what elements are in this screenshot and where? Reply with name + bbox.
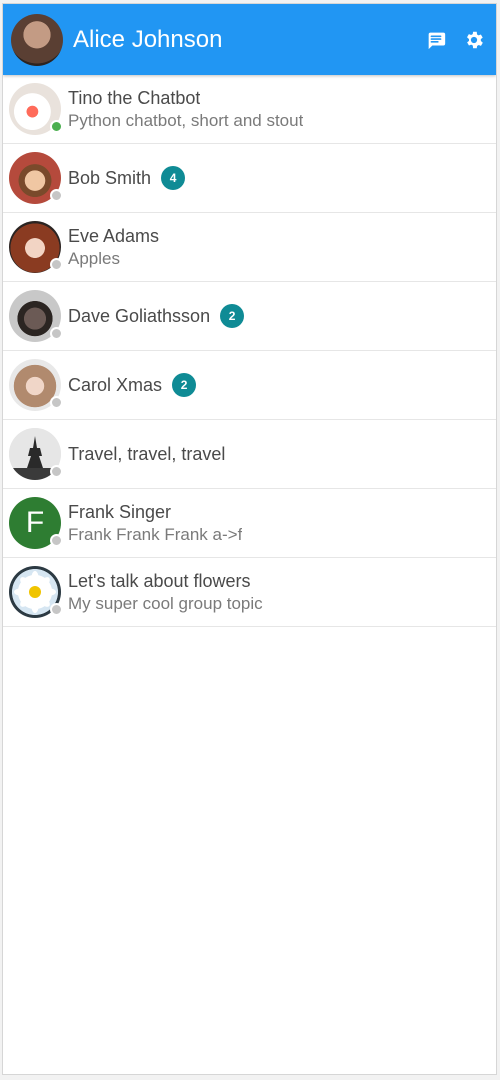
avatar <box>9 290 63 342</box>
unread-badge: 2 <box>172 373 197 397</box>
offline-indicator <box>50 396 63 409</box>
avatar <box>9 221 63 273</box>
contact-text: Frank Singer Frank Frank Frank a->f <box>68 501 242 545</box>
contact-text: Let's talk about flowers My super cool g… <box>68 570 263 614</box>
settings-button[interactable] <box>462 28 486 52</box>
contact-name-row: Carol Xmas 2 <box>68 373 197 397</box>
contact-text: Carol Xmas 2 <box>68 373 197 397</box>
avatar <box>9 152 63 204</box>
contact-comment: Python chatbot, short and stout <box>68 111 304 130</box>
contact-name: Travel, travel, travel <box>68 444 226 464</box>
contact-list: Tino the Chatbot Python chatbot, short a… <box>3 75 496 627</box>
contact-comment: Apples <box>68 249 120 268</box>
header-actions <box>424 28 486 52</box>
contact-name-row: Eve Adams <box>68 225 159 247</box>
contact-item-flowers[interactable]: Let's talk about flowers My super cool g… <box>3 558 496 627</box>
offline-indicator <box>50 465 63 478</box>
contact-item-eve[interactable]: Eve Adams Apples <box>3 213 496 282</box>
contact-item-dave[interactable]: Dave Goliathsson 2 <box>3 282 496 351</box>
avatar <box>9 359 63 411</box>
contact-comment: My super cool group topic <box>68 594 263 613</box>
contact-name: Tino the Chatbot <box>68 88 201 108</box>
contact-item-frank[interactable]: F Frank Singer Frank Frank Frank a->f <box>3 489 496 558</box>
contact-name-row: Tino the Chatbot <box>68 87 303 109</box>
page-title: Alice Johnson <box>73 27 223 52</box>
contact-item-tino[interactable]: Tino the Chatbot Python chatbot, short a… <box>3 75 496 144</box>
contact-text: Tino the Chatbot Python chatbot, short a… <box>68 87 303 131</box>
contact-name: Eve Adams <box>68 226 160 246</box>
contact-comment: Frank Frank Frank a->f <box>68 525 243 544</box>
avatar: F <box>9 497 63 549</box>
contact-name: Frank Singer <box>68 502 172 522</box>
avatar-initial: F <box>25 506 45 539</box>
user-avatar[interactable] <box>11 13 63 66</box>
contact-text: Dave Goliathsson 2 <box>68 304 245 328</box>
contact-name-row: Dave Goliathsson 2 <box>68 304 245 328</box>
contact-name-row: Bob Smith 4 <box>68 166 186 190</box>
contact-name: Carol Xmas <box>68 375 163 395</box>
contact-name: Bob Smith <box>68 168 152 188</box>
contact-name-row: Travel, travel, travel <box>68 443 225 465</box>
offline-indicator <box>50 327 63 340</box>
online-indicator <box>50 120 63 133</box>
contact-name: Let's talk about flowers <box>68 571 251 591</box>
contact-text: Bob Smith 4 <box>68 166 186 190</box>
avatar <box>9 566 63 618</box>
offline-indicator <box>50 534 63 547</box>
unread-badge: 2 <box>220 304 245 328</box>
contact-text: Eve Adams Apples <box>68 225 159 269</box>
contact-name-row: Frank Singer <box>68 501 242 523</box>
offline-indicator <box>50 258 63 271</box>
chat-app: Alice Johnson Tino the Chatbot Python ch… <box>2 3 497 1075</box>
header-bar: Alice Johnson <box>3 4 496 75</box>
offline-indicator <box>50 189 63 202</box>
contact-text: Travel, travel, travel <box>68 443 225 465</box>
contact-name-row: Let's talk about flowers <box>68 570 263 592</box>
contact-item-bob[interactable]: Bob Smith 4 <box>3 144 496 213</box>
unread-badge: 4 <box>161 166 186 190</box>
contact-name: Dave Goliathsson <box>68 306 211 326</box>
offline-indicator <box>50 603 63 616</box>
new-chat-button[interactable] <box>424 28 448 52</box>
contact-item-carol[interactable]: Carol Xmas 2 <box>3 351 496 420</box>
gear-icon <box>467 31 483 48</box>
avatar <box>9 428 63 480</box>
avatar <box>9 83 63 135</box>
chat-bubble-icon <box>428 32 446 49</box>
contact-item-travel[interactable]: Travel, travel, travel <box>3 420 496 489</box>
